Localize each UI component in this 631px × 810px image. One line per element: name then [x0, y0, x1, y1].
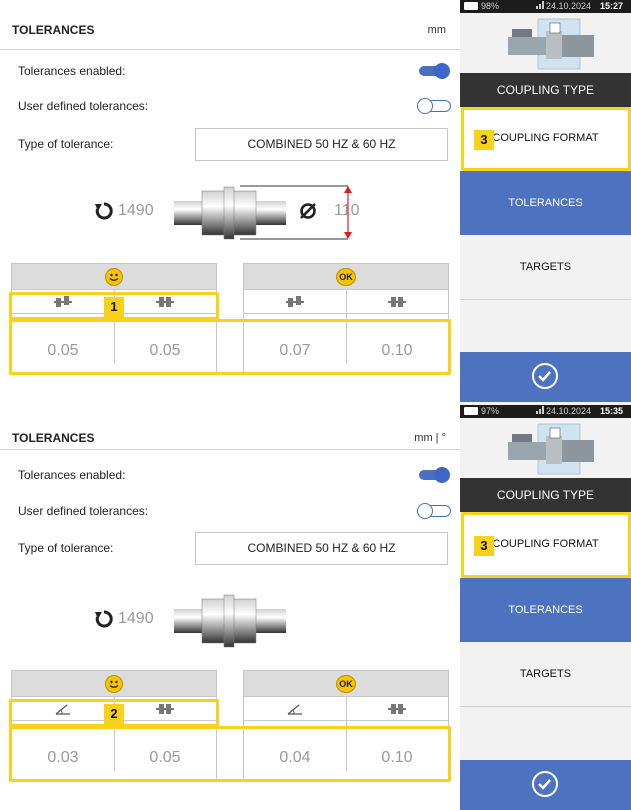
tolerances-main: TOLERANCES mm Tolerances enabled: User d… [0, 0, 460, 405]
gap-icon [346, 702, 448, 720]
confirm-button[interactable] [460, 352, 631, 402]
coupling-icon [174, 594, 286, 648]
unit-label: mm | ° [414, 432, 446, 444]
good-header [12, 671, 216, 697]
good-header [12, 264, 216, 290]
ok-icon: OK [336, 268, 356, 286]
header: TOLERANCES mm | ° [0, 405, 460, 450]
signal-icon [536, 405, 545, 416]
callout-badge: 1 [104, 297, 124, 317]
gap-icon [346, 295, 448, 313]
battery-icon [464, 406, 478, 416]
tolerances-enabled-toggle[interactable] [417, 467, 450, 483]
signal-icon [536, 0, 545, 11]
battery-percent: 98% [481, 1, 500, 11]
smiley-icon [105, 675, 123, 693]
callout-badge: 2 [104, 704, 124, 724]
tolerances-panel-angle: TOLERANCES mm | ° Tolerances enabled: Us… [0, 405, 631, 810]
unit-label: mm [427, 24, 446, 36]
smiley-icon [105, 268, 123, 286]
battery-percent: 97% [481, 406, 500, 416]
checkmark-icon [532, 363, 558, 389]
coupling-thumbnail[interactable] [460, 418, 631, 478]
values-row-highlight [9, 319, 451, 375]
angle-icon [244, 702, 346, 720]
tolerances-button[interactable]: TOLERANCES [460, 578, 631, 642]
tolerances-main: TOLERANCES mm | ° Tolerances enabled: Us… [0, 405, 460, 810]
coupling-thumbnail[interactable] [460, 13, 631, 73]
page-title: TOLERANCES [12, 431, 95, 445]
status-date: 24.10.2024 [546, 406, 592, 416]
type-of-tolerance-select[interactable]: COMBINED 50 HZ & 60 HZ [195, 128, 448, 161]
status-time: 15:35 [600, 406, 624, 416]
callout-badge: 3 [474, 130, 494, 150]
rotation-icon [95, 202, 113, 220]
user-defined-tolerances-toggle[interactable] [417, 503, 451, 519]
values-row-highlight [9, 726, 451, 782]
targets-button[interactable]: TARGETS [460, 642, 631, 706]
tolerances-enabled-toggle[interactable] [417, 63, 450, 79]
diameter-value[interactable]: 110 [334, 202, 360, 220]
ok-icon: OK [336, 675, 356, 693]
coupling-type-button[interactable]: COUPLING TYPE [460, 73, 631, 107]
diameter-icon [300, 203, 316, 219]
header: TOLERANCES mm [0, 0, 460, 50]
sidebar: 98% 24.10.2024 15:27 COUPLING TYPE COUPL… [460, 0, 631, 405]
page-title: TOLERANCES [12, 23, 95, 37]
tolerances-enabled-label: Tolerances enabled: [18, 468, 126, 482]
coupling-type-button[interactable]: COUPLING TYPE [460, 478, 631, 512]
rpm-value[interactable]: 1490 [118, 610, 154, 628]
type-of-tolerance-select[interactable]: COMBINED 50 HZ & 60 HZ [195, 532, 448, 565]
offset-icon [244, 295, 346, 313]
type-of-tolerance-label: Type of tolerance: [18, 541, 114, 555]
type-of-tolerance-label: Type of tolerance: [18, 137, 114, 151]
status-bar: 97% 24.10.2024 15:35 [460, 405, 631, 418]
rotation-icon [95, 610, 113, 628]
ok-header: OK [244, 671, 448, 697]
targets-button[interactable]: TARGETS [460, 235, 631, 299]
user-defined-tolerances-toggle[interactable] [417, 98, 451, 114]
user-defined-tolerances-label: User defined tolerances: [18, 504, 149, 518]
confirm-button[interactable] [460, 760, 631, 810]
battery-icon [464, 1, 478, 11]
status-time: 15:27 [600, 1, 624, 11]
tolerances-enabled-label: Tolerances enabled: [18, 64, 126, 78]
checkmark-icon [532, 771, 558, 797]
status-date: 24.10.2024 [546, 1, 592, 11]
tolerances-panel-mm: TOLERANCES mm Tolerances enabled: User d… [0, 0, 631, 405]
rpm-value[interactable]: 1490 [118, 202, 154, 220]
ok-header: OK [244, 264, 448, 290]
sidebar: 97% 24.10.2024 15:35 COUPLING TYPE COUPL… [460, 405, 631, 810]
tolerances-button[interactable]: TOLERANCES [460, 171, 631, 235]
callout-badge: 3 [474, 536, 494, 556]
user-defined-tolerances-label: User defined tolerances: [18, 99, 149, 113]
status-bar: 98% 24.10.2024 15:27 [460, 0, 631, 13]
